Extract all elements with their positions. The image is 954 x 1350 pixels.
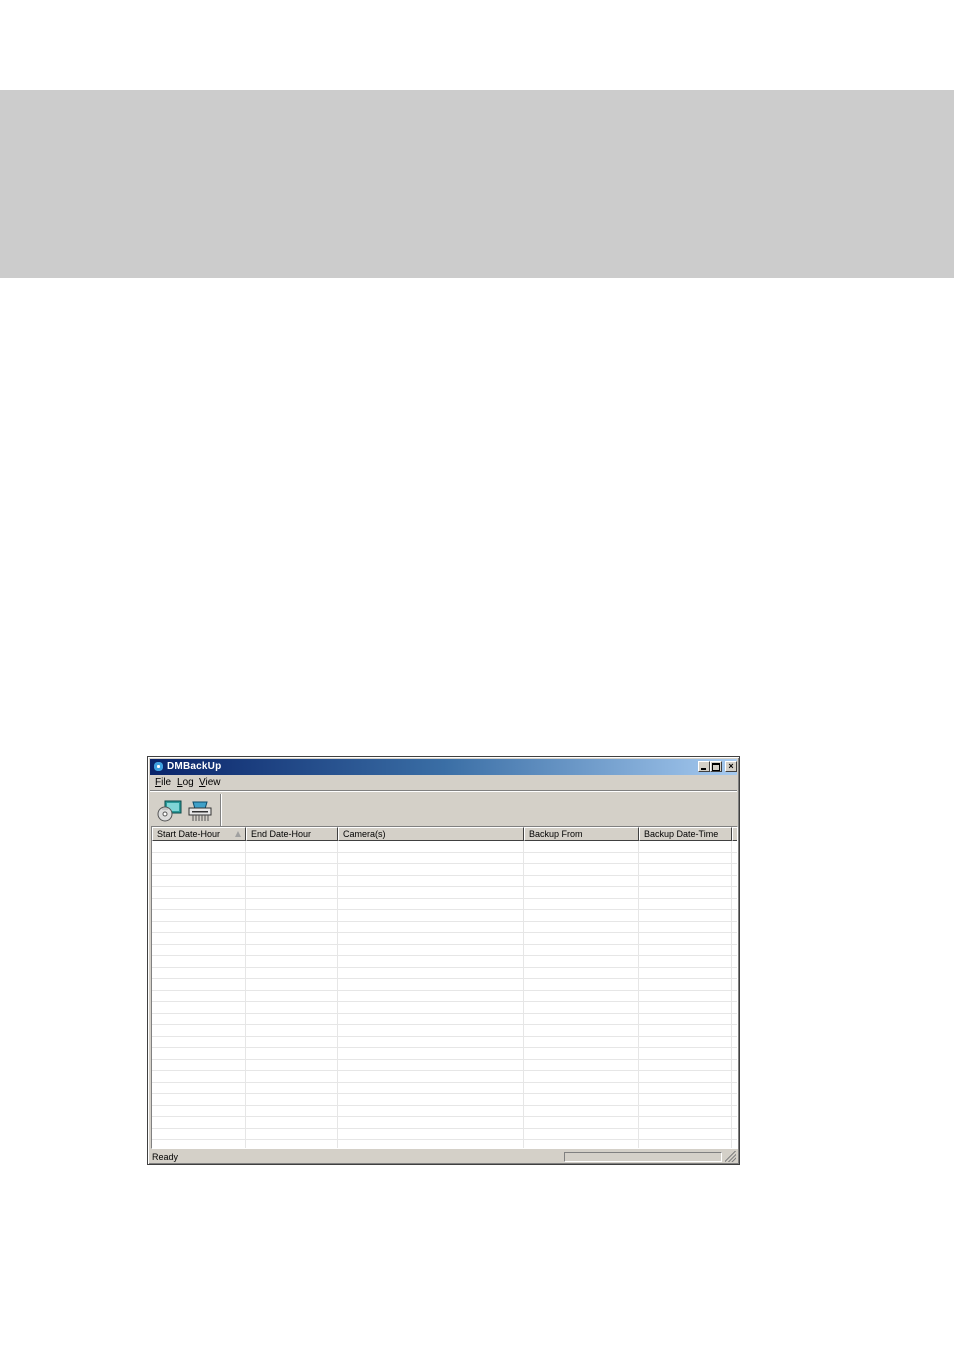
- toolbar: [150, 790, 737, 827]
- list-header: Start Date-Hour End Date-Hour Camera(s) …: [152, 827, 737, 841]
- status-bar: Ready: [150, 1150, 737, 1163]
- table-row[interactable]: [152, 1129, 737, 1140]
- table-row[interactable]: [152, 1083, 737, 1094]
- menu-log[interactable]: Log: [177, 777, 194, 788]
- app-icon: [153, 761, 164, 772]
- column-divider: [731, 841, 732, 1148]
- column-divider: [245, 841, 246, 1148]
- column-header-end-date-hour[interactable]: End Date-Hour: [246, 827, 338, 841]
- column-header-backup-date-time[interactable]: Backup Date-Time: [639, 827, 732, 841]
- table-row[interactable]: [152, 1014, 737, 1025]
- table-row[interactable]: [152, 1071, 737, 1083]
- window-title: DMBackUp: [167, 761, 222, 772]
- status-text: Ready: [152, 1152, 179, 1162]
- table-row[interactable]: [152, 1106, 737, 1117]
- table-row[interactable]: [152, 899, 737, 910]
- table-row[interactable]: [152, 1025, 737, 1037]
- table-row[interactable]: [152, 1094, 737, 1106]
- table-row[interactable]: [152, 887, 737, 899]
- column-divider: [337, 841, 338, 1148]
- menu-bar: File Log View: [150, 775, 737, 790]
- table-row[interactable]: [152, 910, 737, 922]
- menu-file[interactable]: File: [155, 777, 171, 788]
- minimize-button[interactable]: [698, 761, 710, 772]
- table-row[interactable]: [152, 1037, 737, 1048]
- table-row[interactable]: [152, 979, 737, 991]
- column-header-filler: [732, 827, 737, 841]
- table-row[interactable]: [152, 841, 737, 853]
- column-header-start-date-hour[interactable]: Start Date-Hour: [152, 827, 246, 841]
- table-row[interactable]: [152, 853, 737, 864]
- column-header-cameras[interactable]: Camera(s): [338, 827, 524, 841]
- table-row[interactable]: [152, 956, 737, 968]
- backup-disc-icon: [157, 800, 182, 822]
- menu-view[interactable]: View: [199, 777, 221, 788]
- close-button[interactable]: ×: [725, 761, 737, 772]
- table-row[interactable]: [152, 933, 737, 945]
- table-row[interactable]: [152, 1002, 737, 1014]
- shredder-icon: [188, 801, 212, 821]
- title-bar[interactable]: DMBackUp ×: [150, 759, 737, 775]
- table-row[interactable]: [152, 968, 737, 979]
- column-divider: [523, 841, 524, 1148]
- column-divider: [638, 841, 639, 1148]
- resize-grip-icon[interactable]: [725, 1151, 736, 1162]
- table-row[interactable]: [152, 991, 737, 1002]
- maximize-button[interactable]: [710, 761, 722, 772]
- table-row[interactable]: [152, 1060, 737, 1071]
- table-row[interactable]: [152, 1048, 737, 1060]
- table-row[interactable]: [152, 945, 737, 956]
- sort-ascending-icon: [235, 831, 241, 837]
- status-pane: [564, 1152, 722, 1162]
- table-row[interactable]: [152, 876, 737, 887]
- dmbackup-window: DMBackUp × File Log View Start Date-Hour…: [147, 756, 740, 1165]
- shred-button[interactable]: [186, 796, 214, 824]
- backup-list[interactable]: Start Date-Hour End Date-Hour Camera(s) …: [151, 826, 738, 1149]
- table-row[interactable]: [152, 1117, 737, 1129]
- table-row[interactable]: [152, 864, 737, 876]
- column-header-backup-from[interactable]: Backup From: [524, 827, 639, 841]
- backup-button[interactable]: [156, 796, 184, 824]
- toolbar-separator: [220, 794, 222, 826]
- list-body: [152, 841, 737, 1148]
- table-row[interactable]: [152, 922, 737, 933]
- header-band: [0, 90, 954, 278]
